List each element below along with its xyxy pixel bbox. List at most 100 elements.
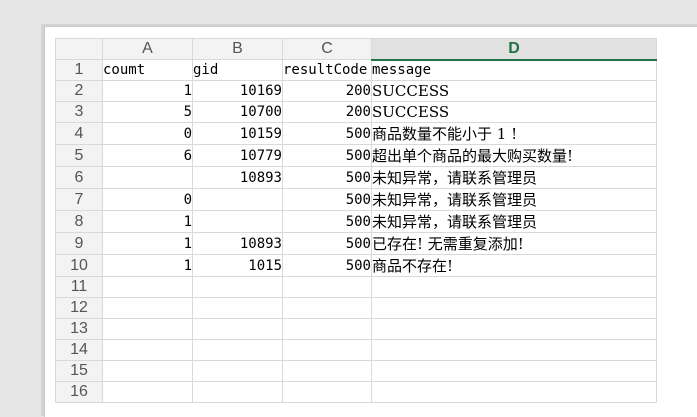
column-header-row: A B C D bbox=[55, 38, 657, 61]
cell-d[interactable] bbox=[371, 360, 657, 382]
cell-b[interactable] bbox=[192, 276, 283, 298]
cell-a[interactable]: 1 bbox=[102, 232, 193, 255]
select-all-corner[interactable] bbox=[55, 38, 103, 60]
cell-c[interactable] bbox=[282, 360, 372, 382]
table-row: 6 10893 500 未知异常，请联系管理员 bbox=[55, 166, 657, 189]
cell-a[interactable]: 1 bbox=[102, 80, 193, 102]
cell-b[interactable] bbox=[192, 318, 283, 340]
column-header-c[interactable]: C bbox=[282, 38, 372, 60]
table-row: 4 0 10159 500 商品数量不能小于 1 ! bbox=[55, 122, 657, 145]
cell-b[interactable]: 10159 bbox=[192, 122, 283, 145]
cell-d[interactable]: 已存在! 无需重复添加! bbox=[371, 232, 657, 255]
table-row: 1 coumt gid resultCode message bbox=[55, 59, 657, 81]
cell-c[interactable]: 200 bbox=[282, 80, 372, 102]
cell-d[interactable]: 未知异常，请联系管理员 bbox=[371, 210, 657, 233]
row-header[interactable]: 7 bbox=[55, 188, 103, 211]
cell-b[interactable]: 10700 bbox=[192, 101, 283, 123]
app-background: A B C D 1 coumt gid resultCode message 2 1 1016… bbox=[0, 0, 697, 417]
row-header[interactable]: 3 bbox=[55, 101, 103, 123]
cell-a[interactable] bbox=[102, 297, 193, 319]
cell-d[interactable]: message bbox=[371, 59, 657, 81]
table-row: 10 1 1015 500 商品不存在! bbox=[55, 254, 657, 277]
cell-b[interactable]: 10893 bbox=[192, 232, 283, 255]
cell-a[interactable]: 0 bbox=[102, 122, 193, 145]
cell-c[interactable] bbox=[282, 381, 372, 403]
cell-d[interactable]: SUCCESS bbox=[371, 80, 657, 102]
cell-c[interactable]: 500 bbox=[282, 188, 372, 211]
cell-c[interactable]: 500 bbox=[282, 122, 372, 145]
column-header-a[interactable]: A bbox=[102, 38, 193, 60]
row-header[interactable]: 5 bbox=[55, 144, 103, 167]
cell-d[interactable] bbox=[371, 381, 657, 403]
cell-d[interactable]: 未知异常，请联系管理员 bbox=[371, 166, 657, 189]
cell-c[interactable]: 500 bbox=[282, 166, 372, 189]
cell-c[interactable]: 500 bbox=[282, 254, 372, 277]
column-header-b[interactable]: B bbox=[192, 38, 283, 60]
cell-a[interactable]: 6 bbox=[102, 144, 193, 167]
cell-c[interactable] bbox=[282, 276, 372, 298]
cell-a[interactable] bbox=[102, 381, 193, 403]
cell-b[interactable]: 10169 bbox=[192, 80, 283, 102]
cell-a[interactable] bbox=[102, 339, 193, 361]
cell-d[interactable]: SUCCESS bbox=[371, 101, 657, 123]
cell-a[interactable] bbox=[102, 318, 193, 340]
cell-c[interactable]: 500 bbox=[282, 210, 372, 233]
cell-d[interactable]: 商品不存在! bbox=[371, 254, 657, 277]
grid-body: 1 coumt gid resultCode message 2 1 10169 200 SUCC… bbox=[55, 59, 657, 403]
cell-b[interactable] bbox=[192, 381, 283, 403]
cell-a[interactable] bbox=[102, 360, 193, 382]
cell-b[interactable] bbox=[192, 360, 283, 382]
table-row: 5 6 10779 500 超出单个商品的最大购买数量! bbox=[55, 144, 657, 167]
row-header[interactable]: 8 bbox=[55, 210, 103, 233]
cell-d[interactable]: 未知异常，请联系管理员 bbox=[371, 188, 657, 211]
cell-d[interactable] bbox=[371, 339, 657, 361]
row-header[interactable]: 2 bbox=[55, 80, 103, 102]
table-row: 14 bbox=[55, 339, 657, 361]
cell-a[interactable] bbox=[102, 166, 193, 189]
spreadsheet: A B C D 1 coumt gid resultCode message 2 1 1016… bbox=[44, 26, 697, 417]
row-header[interactable]: 13 bbox=[55, 318, 103, 340]
cell-c[interactable]: 200 bbox=[282, 101, 372, 123]
cell-c[interactable]: 500 bbox=[282, 232, 372, 255]
cell-a[interactable] bbox=[102, 276, 193, 298]
cell-a[interactable]: 0 bbox=[102, 188, 193, 211]
cell-d[interactable] bbox=[371, 318, 657, 340]
cell-b[interactable]: 10893 bbox=[192, 166, 283, 189]
row-header[interactable]: 6 bbox=[55, 166, 103, 189]
cell-c[interactable] bbox=[282, 339, 372, 361]
cell-c[interactable]: 500 bbox=[282, 144, 372, 167]
spreadsheet-grid: A B C D 1 coumt gid resultCode message 2 1 1016… bbox=[55, 38, 657, 403]
column-header-d[interactable]: D bbox=[371, 38, 657, 61]
cell-c[interactable] bbox=[282, 297, 372, 319]
cell-a[interactable]: coumt bbox=[102, 59, 193, 81]
row-header[interactable]: 11 bbox=[55, 276, 103, 298]
cell-d[interactable]: 商品数量不能小于 1 ! bbox=[371, 122, 657, 145]
table-row: 12 bbox=[55, 297, 657, 319]
row-header[interactable]: 4 bbox=[55, 122, 103, 145]
cell-b[interactable]: 10779 bbox=[192, 144, 283, 167]
row-header[interactable]: 9 bbox=[55, 232, 103, 255]
cell-d[interactable] bbox=[371, 297, 657, 319]
cell-b[interactable] bbox=[192, 339, 283, 361]
cell-c[interactable]: resultCode bbox=[282, 59, 372, 81]
row-header[interactable]: 15 bbox=[55, 360, 103, 382]
cell-a[interactable]: 1 bbox=[102, 210, 193, 233]
cell-b[interactable] bbox=[192, 297, 283, 319]
cell-b[interactable]: gid bbox=[192, 59, 283, 81]
row-header[interactable]: 14 bbox=[55, 339, 103, 361]
cell-b[interactable] bbox=[192, 210, 283, 233]
cell-a[interactable]: 1 bbox=[102, 254, 193, 277]
row-header[interactable]: 12 bbox=[55, 297, 103, 319]
cell-d[interactable]: 超出单个商品的最大购买数量! bbox=[371, 144, 657, 167]
cell-d[interactable] bbox=[371, 276, 657, 298]
table-row: 15 bbox=[55, 360, 657, 382]
table-row: 13 bbox=[55, 318, 657, 340]
cell-c[interactable] bbox=[282, 318, 372, 340]
table-row: 2 1 10169 200 SUCCESS bbox=[55, 80, 657, 102]
cell-b[interactable]: 1015 bbox=[192, 254, 283, 277]
row-header[interactable]: 16 bbox=[55, 381, 103, 403]
cell-a[interactable]: 5 bbox=[102, 101, 193, 123]
row-header[interactable]: 10 bbox=[55, 254, 103, 277]
cell-b[interactable] bbox=[192, 188, 283, 211]
row-header[interactable]: 1 bbox=[55, 59, 103, 81]
